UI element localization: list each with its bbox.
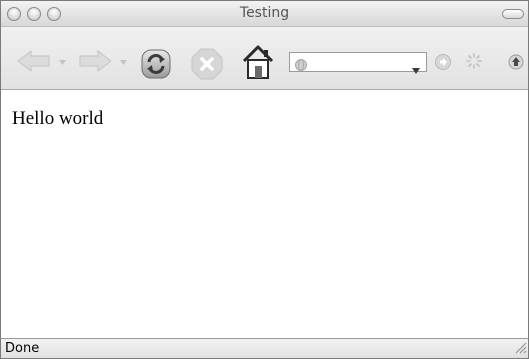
- back-arrow-icon: [17, 50, 50, 72]
- resize-grip-icon[interactable]: [513, 339, 527, 358]
- navigation-toolbar: [1, 27, 528, 90]
- address-history-dropdown[interactable]: [412, 59, 420, 78]
- page-text: Hello world: [12, 108, 104, 129]
- forward-history-dropdown[interactable]: [120, 60, 127, 65]
- activity-indicator: [466, 53, 482, 69]
- go-arrow-icon: [435, 54, 451, 70]
- address-input[interactable]: [312, 54, 402, 70]
- chevron-down-icon: [412, 68, 420, 74]
- forward-arrow-icon: [79, 50, 112, 72]
- stop-icon: [191, 48, 223, 80]
- forward-button[interactable]: [78, 50, 112, 72]
- page-content: Hello world: [1, 90, 528, 338]
- reload-icon: [141, 49, 171, 79]
- reload-button[interactable]: [139, 47, 173, 81]
- home-button[interactable]: [241, 44, 275, 80]
- back-history-dropdown[interactable]: [59, 60, 66, 65]
- title-bar[interactable]: Testing: [1, 1, 528, 27]
- loading-spinner-icon: [466, 53, 482, 69]
- back-button[interactable]: [17, 50, 51, 72]
- window-title: Testing: [239, 5, 290, 21]
- status-text: Done: [5, 341, 40, 356]
- stop-button[interactable]: [190, 47, 224, 81]
- address-bar[interactable]: [289, 52, 427, 75]
- go-button[interactable]: [435, 54, 451, 70]
- download-icon: [508, 54, 524, 70]
- chevron-down-icon: [120, 60, 127, 65]
- home-icon: [242, 45, 274, 79]
- toolbar-toggle-button[interactable]: [502, 9, 524, 19]
- site-icon: [295, 56, 307, 75]
- status-bar: Done: [1, 338, 528, 358]
- download-button[interactable]: [508, 54, 524, 70]
- browser-window: Testing Hello world Done: [0, 0, 529, 359]
- chevron-down-icon: [59, 60, 66, 65]
